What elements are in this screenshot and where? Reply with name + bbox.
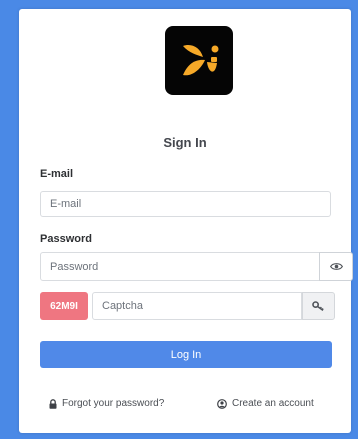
refresh-captcha-button[interactable] [302,292,335,320]
create-account-link[interactable]: Create an account [217,398,314,409]
sign-in-card: Sign In E-mail Password 62M9I Log In For… [19,9,353,433]
create-account-label: Create an account [232,398,314,409]
logo-mark-icon [183,44,219,75]
captcha-field[interactable] [92,292,302,320]
page-title: Sign In [163,135,207,150]
lock-icon [49,398,57,409]
forgot-password-label: Forgot your password? [62,398,165,409]
show-password-button[interactable] [319,252,353,281]
login-button[interactable]: Log In [40,341,332,368]
app-logo [165,26,233,95]
forgot-password-link[interactable]: Forgot your password? [49,398,164,409]
password-label: Password [40,233,92,245]
email-field[interactable] [40,191,331,217]
password-field[interactable] [40,252,320,281]
password-group [40,252,353,281]
eye-icon [329,263,343,270]
captcha-code: 62M9I [40,292,88,320]
email-label: E-mail [40,168,74,180]
user-circle-icon [217,398,227,409]
captcha-group: 62M9I [40,292,353,320]
key-icon [312,300,324,311]
